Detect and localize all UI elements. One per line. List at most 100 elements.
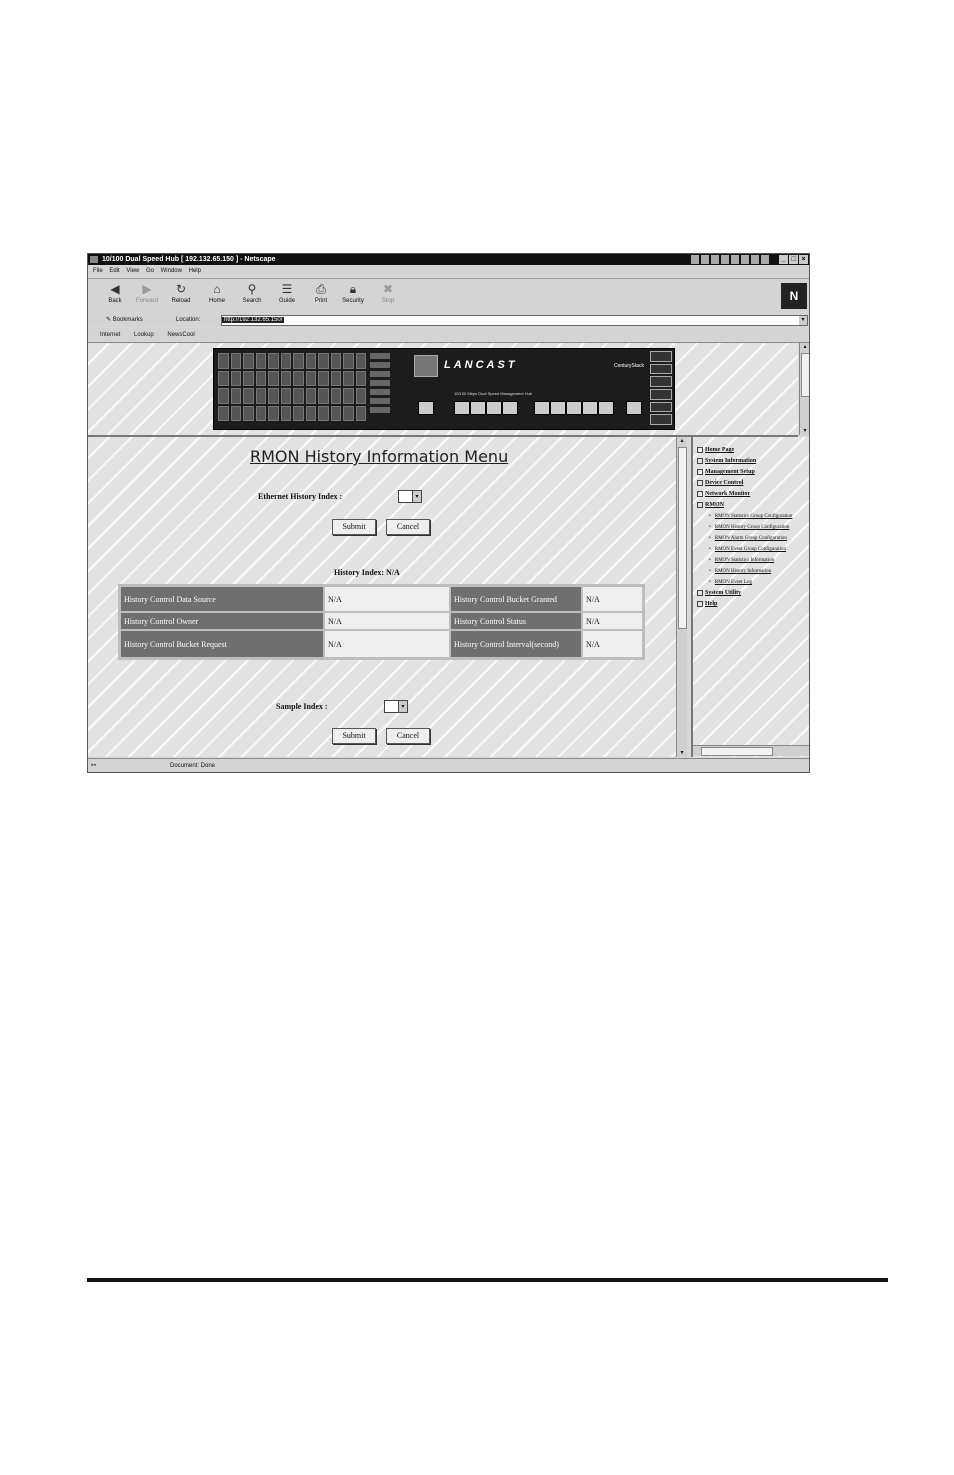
tray-icon[interactable] (741, 255, 749, 264)
chevron-down-icon: ▾ (412, 491, 421, 502)
forward-button[interactable]: ▶ Forward (134, 282, 160, 310)
nav-item-network-monitor[interactable]: Network Monitor (697, 489, 792, 500)
menu-view[interactable]: View (126, 268, 139, 274)
scroll-thumb[interactable] (678, 447, 687, 629)
rj45-port (626, 401, 642, 415)
nav-item-help[interactable]: Help (697, 599, 792, 610)
hub-device-image: LANCAST CenturyStack 10/100 Mbps Dual Sp… (213, 348, 675, 430)
navigation-frame: Home Page System Information Management … (691, 437, 809, 757)
link-lookup[interactable]: Lookup (134, 332, 154, 338)
menu-window[interactable]: Window (161, 268, 182, 274)
history-index-heading: History Index: N/A (334, 568, 400, 577)
close-button[interactable]: × (799, 255, 808, 264)
top-frame-scrollbar[interactable]: ▴ ▾ (799, 343, 809, 435)
table-label: History Control Bucket Request (118, 629, 325, 660)
sample-cancel-button[interactable]: Cancel (386, 728, 430, 744)
nav-tree: Home Page System Information Management … (697, 445, 792, 610)
guide-button[interactable]: ☰ Guide (274, 282, 300, 310)
link-internet[interactable]: Internet (100, 332, 120, 338)
personal-toolbar: Internet Lookup NewsCool (88, 328, 809, 343)
nav-item-device-control[interactable]: Device Control (697, 478, 792, 489)
rj45-port (598, 401, 614, 415)
nav-item-home-page[interactable]: Home Page (697, 445, 792, 456)
expand-box-icon (697, 490, 703, 497)
nav-item-system-information[interactable]: System Information (697, 456, 792, 467)
port-led-grid (218, 353, 366, 421)
bullet-icon: • (709, 525, 711, 530)
rj45-port (502, 401, 518, 415)
scroll-down-icon[interactable]: ▾ (678, 749, 686, 757)
link-newscool[interactable]: NewsCool (167, 332, 194, 338)
tray-icon[interactable] (721, 255, 729, 264)
sample-submit-button[interactable]: Submit (332, 728, 376, 744)
table-value: N/A (323, 629, 451, 660)
back-arrow-icon: ◀ (110, 282, 120, 296)
back-button[interactable]: ◀ Back (102, 282, 128, 310)
scroll-up-icon[interactable]: ▴ (801, 343, 809, 351)
tray-icon[interactable] (701, 255, 709, 264)
nav-item-management-setup[interactable]: Management Setup (697, 467, 792, 478)
nav-item-system-utility[interactable]: System Utility (697, 588, 792, 599)
security-button[interactable]: 🔒︎ Security (340, 282, 366, 310)
nav-item-label: System Utility (705, 590, 742, 596)
sample-index-select[interactable]: ▾ (384, 700, 408, 713)
submit-button[interactable]: Submit (332, 519, 376, 535)
url-field[interactable]: http://192.132.65.150/ ▾ (221, 315, 808, 326)
tray-icon[interactable] (711, 255, 719, 264)
table-value: N/A (581, 611, 645, 631)
table-value: N/A (581, 584, 645, 613)
menu-help[interactable]: Help (189, 268, 201, 274)
tray-icon[interactable] (751, 255, 759, 264)
port-status-buttons (650, 351, 672, 426)
main-frame-scrollbar[interactable]: ▴ ▾ (676, 437, 687, 757)
menu-edit[interactable]: Edit (109, 268, 119, 274)
cancel-button[interactable]: Cancel (386, 519, 430, 535)
print-icon: ⎙ (316, 282, 326, 296)
menu-file[interactable]: File (93, 268, 103, 274)
bookmarks-button[interactable]: ✎ Bookmarks (106, 313, 143, 327)
rj45-port (566, 401, 582, 415)
print-label: Print (314, 298, 328, 304)
expand-box-icon (697, 589, 703, 596)
nav-horizontal-scrollbar[interactable] (693, 745, 809, 756)
bookmark-icon: ✎ (106, 317, 113, 323)
search-label: Search (242, 298, 262, 304)
scroll-thumb[interactable] (801, 353, 809, 397)
minimize-button[interactable]: _ (779, 255, 788, 264)
search-button[interactable]: ⚲ Search (239, 282, 265, 310)
location-label: Location: (176, 317, 201, 323)
home-icon: ⌂ (213, 282, 221, 296)
tray-icon[interactable] (691, 255, 699, 264)
stop-button[interactable]: ✖ Stop (375, 282, 401, 310)
table-value: N/A (323, 611, 451, 631)
table-value: N/A (323, 584, 451, 613)
maximize-button[interactable]: □ (789, 255, 798, 264)
nav-subitem[interactable]: • RMON Statistics Group Configuration (697, 511, 792, 522)
nav-subitem[interactable]: • RMON History Information (697, 566, 792, 577)
home-button[interactable]: ⌂ Home (204, 282, 230, 310)
tray-icon[interactable] (761, 255, 769, 264)
nav-item-label: Home Page (705, 447, 735, 453)
guide-icon: ☰ (281, 282, 293, 296)
nav-subitem[interactable]: • RMON Event Group Configuration (697, 544, 792, 555)
nav-item-rmon[interactable]: RMON (697, 500, 792, 511)
scroll-up-icon[interactable]: ▴ (678, 437, 686, 445)
nav-subitem[interactable]: • RMON History Group Configuration (697, 522, 792, 533)
chevron-down-icon[interactable]: ▾ (799, 316, 807, 325)
menu-bar: File Edit View Go Window Help (88, 266, 809, 277)
nav-subitem[interactable]: • RMON Alarm Group Configuration (697, 533, 792, 544)
scroll-thumb[interactable] (701, 747, 773, 756)
tray-icon[interactable] (731, 255, 739, 264)
table-label: History Control Status (449, 611, 583, 631)
nav-subitem[interactable]: • RMON Statistics Information (697, 555, 792, 566)
reload-button[interactable]: ↻ Reload (168, 282, 194, 310)
nav-item-label: System Information (705, 458, 757, 464)
status-bar: ⚯ Document: Done (88, 758, 809, 772)
nav-subitem[interactable]: • RMON Event Log (697, 577, 792, 588)
scroll-down-icon[interactable]: ▾ (801, 427, 809, 435)
ethernet-history-index-select[interactable]: ▾ (398, 490, 422, 503)
table-label: History Control Data Source (118, 584, 325, 613)
rj45-port (486, 401, 502, 415)
print-button[interactable]: ⎙ Print (308, 282, 334, 310)
menu-go[interactable]: Go (146, 268, 154, 274)
